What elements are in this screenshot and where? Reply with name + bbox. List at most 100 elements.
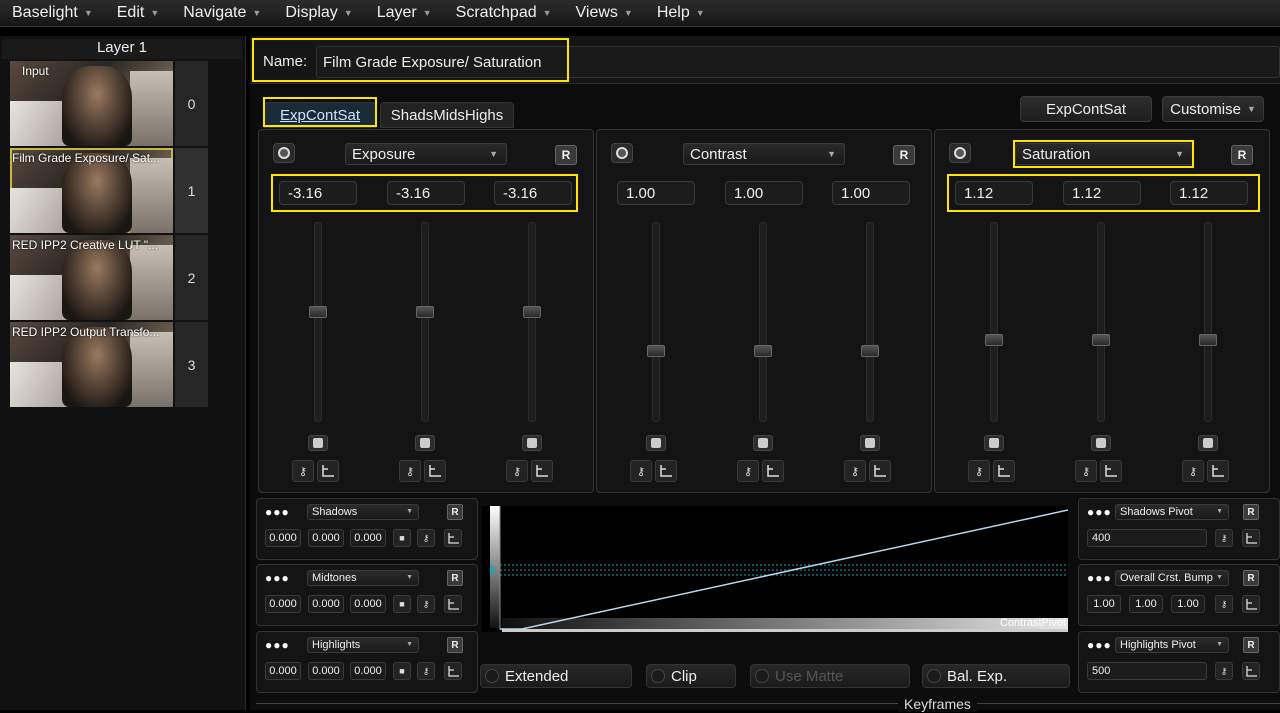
graph-icon[interactable] <box>1100 460 1122 482</box>
key-icon[interactable]: ⚷ <box>506 460 528 482</box>
tab-expcontsat[interactable]: ExpContSat <box>264 102 376 128</box>
reset-button[interactable]: R <box>555 145 577 165</box>
fine-adjust-knob[interactable] <box>646 435 666 451</box>
slider-track[interactable] <box>861 222 879 422</box>
slider-track[interactable] <box>647 222 665 422</box>
customise-dropdown[interactable]: Customise ▼ <box>1162 96 1264 122</box>
more-icon[interactable]: ●●● <box>1087 571 1112 585</box>
graph-icon[interactable] <box>444 595 462 613</box>
knob-icon[interactable]: ■ <box>393 662 411 680</box>
slider-track[interactable] <box>523 222 541 422</box>
tab-shadsmidshighs[interactable]: ShadsMidsHighs <box>380 102 514 128</box>
layer-row-3[interactable]: RED IPP2 Output Transfo... 3 <box>10 322 208 407</box>
fine-adjust-knob[interactable] <box>860 435 880 451</box>
slider-thumb[interactable] <box>523 306 541 318</box>
bump-value-field[interactable]: 1.00 <box>1087 595 1121 613</box>
graph-icon[interactable] <box>531 460 553 482</box>
menu-scratchpad[interactable]: Scratchpad ▼ <box>444 0 564 27</box>
key-icon[interactable]: ⚷ <box>844 460 866 482</box>
saturation-value-field[interactable]: 1.12 <box>955 181 1033 205</box>
layer-thumbnail[interactable]: RED IPP2 Creative LUT "... <box>10 235 173 320</box>
graph-icon[interactable] <box>869 460 891 482</box>
graph-icon[interactable] <box>424 460 446 482</box>
balance-exposure-toggle[interactable]: Bal. Exp. <box>922 664 1070 688</box>
shadows-select[interactable]: Shadows ▼ <box>307 504 419 520</box>
contrast-select[interactable]: Contrast ▼ <box>683 143 845 165</box>
reset-button[interactable]: R <box>893 145 915 165</box>
saturation-select[interactable]: Saturation ▼ <box>1015 143 1193 165</box>
slider-track[interactable] <box>1092 222 1110 422</box>
reset-button[interactable]: R <box>1231 145 1253 165</box>
slider-thumb[interactable] <box>416 306 434 318</box>
exposure-value-field[interactable]: -3.16 <box>494 181 572 205</box>
graph-icon[interactable] <box>1242 595 1260 613</box>
graph-icon[interactable] <box>762 460 784 482</box>
menu-baselight[interactable]: Baselight ▼ <box>0 0 105 27</box>
fine-adjust-knob[interactable] <box>984 435 1004 451</box>
reset-button[interactable]: R <box>1243 570 1259 586</box>
fine-adjust-knob[interactable] <box>1091 435 1111 451</box>
key-icon[interactable]: ⚷ <box>417 662 435 680</box>
fine-adjust-knob[interactable] <box>753 435 773 451</box>
highlights-value-field[interactable]: 0.000 <box>308 662 344 680</box>
key-icon[interactable]: ⚷ <box>630 460 652 482</box>
slider-thumb[interactable] <box>985 334 1003 346</box>
key-icon[interactable]: ⚷ <box>417 529 435 547</box>
reset-button[interactable]: R <box>447 570 463 586</box>
graph-icon[interactable] <box>993 460 1015 482</box>
slider-track[interactable] <box>416 222 434 422</box>
more-icon[interactable]: ●●● <box>1087 505 1112 519</box>
shadows-value-field[interactable]: 0.000 <box>308 529 344 547</box>
slider-thumb[interactable] <box>754 345 772 357</box>
more-icon[interactable]: ●●● <box>265 571 290 585</box>
layer-row-0[interactable]: Input 0 <box>10 61 208 146</box>
key-icon[interactable]: ⚷ <box>1215 662 1233 680</box>
fine-adjust-knob[interactable] <box>308 435 328 451</box>
reset-button[interactable]: R <box>1243 637 1259 653</box>
graph-icon[interactable] <box>655 460 677 482</box>
reset-button[interactable]: R <box>447 637 463 653</box>
knob-icon[interactable]: ■ <box>393 529 411 547</box>
key-icon[interactable]: ⚷ <box>968 460 990 482</box>
key-icon[interactable]: ⚷ <box>1215 529 1233 547</box>
key-icon[interactable]: ⚷ <box>417 595 435 613</box>
slider-track[interactable] <box>309 222 327 422</box>
layer-row-1[interactable]: Film Grade Exposure/ Sat... 1 <box>10 148 208 233</box>
graph-icon[interactable] <box>444 529 462 547</box>
slider-thumb[interactable] <box>1199 334 1217 346</box>
name-field[interactable]: Film Grade Exposure/ Saturation <box>316 46 1280 78</box>
layer-row-2[interactable]: RED IPP2 Creative LUT "... 2 <box>10 235 208 320</box>
shadows-value-field[interactable]: 0.000 <box>350 529 386 547</box>
use-matte-toggle[interactable]: Use Matte <box>750 664 910 688</box>
key-icon[interactable]: ⚷ <box>399 460 421 482</box>
exposure-value-field[interactable]: -3.16 <box>279 181 357 205</box>
reset-button[interactable]: R <box>1243 504 1259 520</box>
fine-adjust-knob[interactable] <box>415 435 435 451</box>
slider-track[interactable] <box>985 222 1003 422</box>
menu-display[interactable]: Display ▼ <box>273 0 364 27</box>
graph-icon[interactable] <box>1242 662 1260 680</box>
shadows-value-field[interactable]: 0.000 <box>265 529 301 547</box>
slider-thumb[interactable] <box>861 345 879 357</box>
menu-layer[interactable]: Layer ▼ <box>365 0 444 27</box>
contrast-value-field[interactable]: 1.00 <box>617 181 695 205</box>
key-icon[interactable]: ⚷ <box>292 460 314 482</box>
graph-icon[interactable] <box>317 460 339 482</box>
slider-thumb[interactable] <box>647 345 665 357</box>
bump-value-field[interactable]: 1.00 <box>1129 595 1163 613</box>
key-icon[interactable]: ⚷ <box>1182 460 1204 482</box>
exposure-select[interactable]: Exposure ▼ <box>345 143 507 165</box>
more-icon[interactable]: ●●● <box>265 505 290 519</box>
key-icon[interactable]: ⚷ <box>1215 595 1233 613</box>
key-icon[interactable]: ⚷ <box>737 460 759 482</box>
key-icon[interactable]: ⚷ <box>1075 460 1097 482</box>
graph-icon[interactable] <box>1207 460 1229 482</box>
highlights-value-field[interactable]: 0.000 <box>350 662 386 680</box>
reset-button[interactable]: R <box>447 504 463 520</box>
midtones-select[interactable]: Midtones ▼ <box>307 570 419 586</box>
bump-value-field[interactable]: 1.00 <box>1171 595 1205 613</box>
menu-views[interactable]: Views ▼ <box>564 0 645 27</box>
more-icon[interactable]: ●●● <box>265 638 290 652</box>
midtones-value-field[interactable]: 0.000 <box>350 595 386 613</box>
enable-toggle[interactable] <box>273 143 295 163</box>
